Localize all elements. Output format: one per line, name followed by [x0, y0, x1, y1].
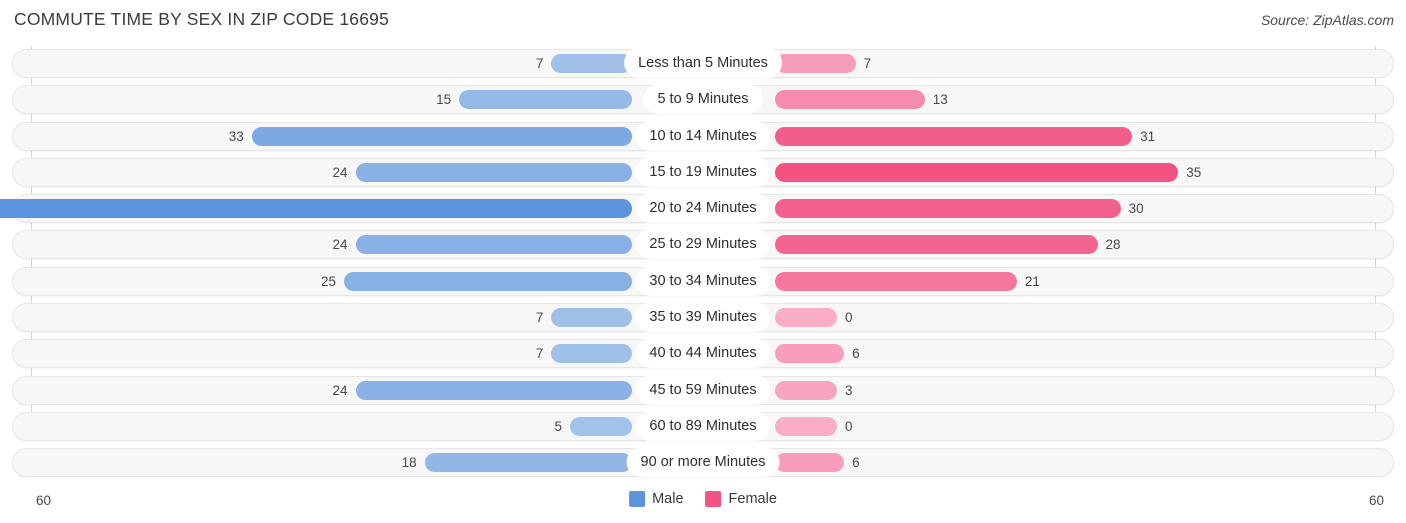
bar-male[interactable] [570, 416, 632, 436]
category-label: 30 to 34 Minutes [636, 266, 770, 295]
value-label-female: 31 [1140, 128, 1156, 144]
bar-female[interactable] [775, 380, 837, 400]
value-label-female: 0 [845, 310, 853, 326]
bar-male[interactable] [551, 54, 632, 73]
value-label-female: 0 [845, 418, 853, 434]
chart-footer: 60 Male Female 60 [0, 489, 1406, 523]
bar-female[interactable] [775, 416, 837, 436]
chart-row: 5 0 60 to 89 Minutes [0, 409, 1406, 445]
value-label-female: 21 [1024, 273, 1040, 289]
bar-female[interactable] [775, 90, 925, 110]
chart-header: COMMUTE TIME BY SEX IN ZIP CODE 16695 So… [0, 0, 1406, 40]
chart-row: 18 6 90 or more Minutes [0, 445, 1406, 481]
category-label: 45 to 59 Minutes [636, 375, 770, 404]
legend-item-female[interactable]: Female [705, 491, 777, 507]
value-label-female: 35 [1186, 164, 1202, 180]
legend-swatch-female-icon [705, 491, 722, 507]
bar-female[interactable] [775, 271, 1017, 291]
value-label-male: 24 [332, 237, 348, 253]
category-label: 90 or more Minutes [627, 448, 779, 477]
bar-male[interactable] [355, 235, 632, 255]
chart-row: 593020 to 24 Minutes [0, 191, 1406, 227]
bar-male[interactable] [355, 162, 632, 182]
chart-rows: 7 7 Less than 5 Minutes 15 13 5 to 9 Minutes 3… [0, 46, 1406, 482]
value-label-male: 33 [228, 128, 244, 144]
chart-row: 7 6 40 to 44 Minutes [0, 336, 1406, 372]
value-label-male: 7 [535, 310, 544, 326]
bar-female[interactable] [775, 54, 856, 73]
value-label-male: 5 [554, 418, 562, 434]
bar-female[interactable] [775, 235, 1098, 255]
value-label-female: 3 [845, 382, 853, 398]
chart-row: 15 13 5 to 9 Minutes [0, 82, 1406, 118]
category-label: 5 to 9 Minutes [644, 85, 762, 114]
bar-male[interactable] [251, 126, 632, 146]
value-label-male: 7 [535, 346, 544, 362]
category-label: Less than 5 Minutes [625, 49, 781, 77]
chart-legend: Male Female [629, 491, 777, 507]
value-label-female: 28 [1105, 237, 1121, 253]
chart-row: 7 7 Less than 5 Minutes [0, 46, 1406, 82]
chart-row: 24 28 25 to 29 Minutes [0, 227, 1406, 263]
value-label-female: 7 [863, 56, 872, 71]
value-label-female: 30 [1128, 201, 1144, 217]
category-label: 10 to 14 Minutes [636, 121, 770, 150]
bar-male[interactable] [355, 380, 632, 400]
chart-row: 7 0 35 to 39 Minutes [0, 300, 1406, 336]
category-label: 40 to 44 Minutes [636, 339, 770, 368]
value-label-male: 25 [320, 273, 336, 289]
bar-female[interactable] [775, 199, 1121, 219]
category-label: 60 to 89 Minutes [636, 411, 770, 440]
category-label: 35 to 39 Minutes [636, 303, 770, 332]
axis-label-right: 60 [1368, 493, 1384, 508]
axis-label-left: 60 [36, 493, 52, 508]
source-attribution: Source: ZipAtlas.com [1260, 12, 1394, 28]
bar-male[interactable] [424, 453, 632, 473]
bar-female[interactable] [775, 453, 845, 473]
value-label-male: 24 [332, 382, 348, 398]
chart-plot-area: 7 7 Less than 5 Minutes 15 13 5 to 9 Minutes 3… [0, 46, 1406, 483]
bar-female[interactable] [775, 308, 837, 328]
category-label: 25 to 29 Minutes [636, 230, 770, 259]
page-title: COMMUTE TIME BY SEX IN ZIP CODE 16695 [14, 9, 390, 29]
value-label-female: 6 [852, 346, 860, 362]
category-label: 20 to 24 Minutes [636, 194, 770, 223]
legend-item-male[interactable]: Male [629, 491, 684, 507]
bar-male[interactable] [459, 90, 632, 110]
bar-male[interactable] [551, 344, 632, 364]
value-label-male: 18 [401, 455, 417, 471]
value-label-female: 13 [932, 92, 948, 108]
chart-row: 24 3 45 to 59 Minutes [0, 373, 1406, 409]
bar-female[interactable] [775, 126, 1133, 146]
legend-label-male: Male [652, 491, 684, 507]
bar-male[interactable] [551, 308, 632, 328]
chart-row: 33 31 10 to 14 Minutes [0, 119, 1406, 155]
bar-male[interactable] [0, 199, 632, 219]
legend-swatch-male-icon [629, 491, 646, 507]
value-label-male: 7 [535, 56, 544, 71]
chart-row: 24 35 15 to 19 Minutes [0, 155, 1406, 191]
chart-row: 25 21 30 to 34 Minutes [0, 264, 1406, 300]
value-label-male: 15 [436, 92, 452, 108]
value-label-female: 6 [852, 455, 860, 471]
bar-female[interactable] [775, 162, 1179, 182]
bar-female[interactable] [775, 344, 845, 364]
value-label-male: 24 [332, 164, 348, 180]
bar-male[interactable] [344, 271, 632, 291]
legend-label-female: Female [728, 491, 777, 507]
category-label: 15 to 19 Minutes [636, 157, 770, 186]
